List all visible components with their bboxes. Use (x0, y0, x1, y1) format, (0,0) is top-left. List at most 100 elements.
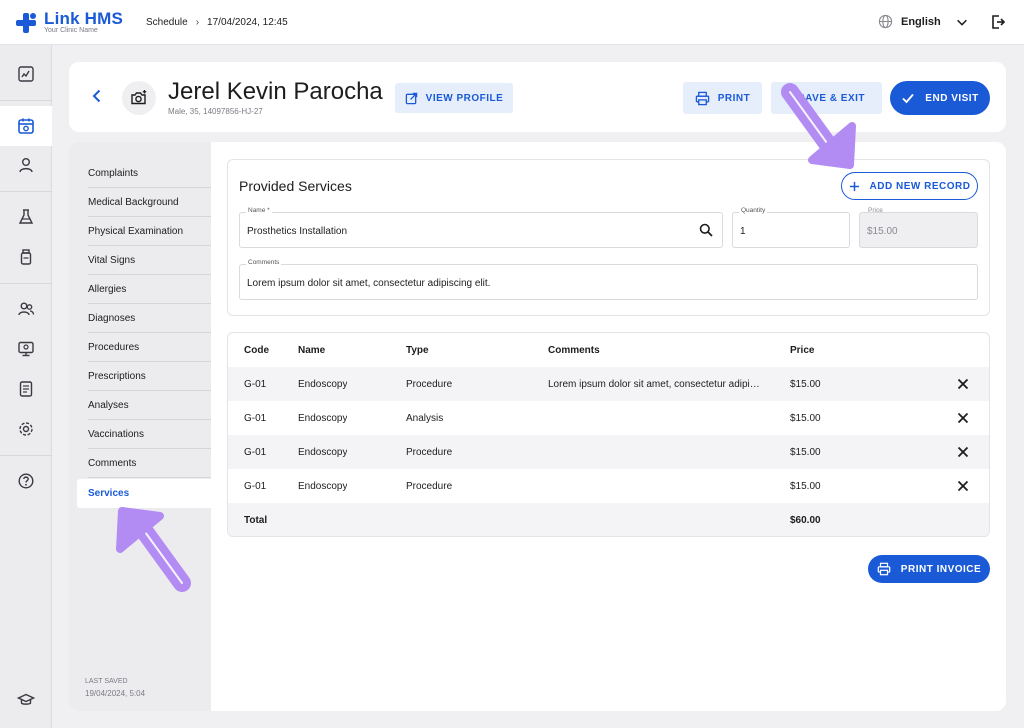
language-selector[interactable]: English (878, 14, 969, 29)
comments-value: Lorem ipsum dolor sit amet, consectetur … (247, 278, 491, 289)
add-new-record-button[interactable]: ADD NEW RECORD (841, 172, 978, 200)
table-row[interactable]: G-01 Endoscopy Procedure Lorem ipsum dol… (228, 367, 989, 401)
dashboard-icon (18, 66, 34, 82)
header-name: Name (298, 345, 326, 356)
help-icon (18, 473, 34, 489)
logo-cross-icon (16, 13, 36, 33)
logout-icon[interactable] (990, 14, 1006, 30)
plus-icon (849, 181, 859, 191)
patient-name: Jerel Kevin Parocha (168, 78, 383, 105)
header-type: Type (406, 345, 429, 356)
nav-item-analyses[interactable]: Analyses (77, 391, 211, 420)
language-label: English (901, 15, 941, 28)
price-value: $15.00 (867, 226, 898, 237)
quantity-field[interactable]: Quantity 1 (732, 207, 850, 248)
print-button[interactable]: PRINT (683, 82, 762, 114)
nav-item-comments[interactable]: Comments (77, 449, 211, 478)
nav-item-diagnoses[interactable]: Diagnoses (77, 304, 211, 333)
user-icon (19, 158, 33, 173)
rail-settings[interactable] (0, 409, 52, 449)
report-icon (19, 381, 33, 397)
camera-icon (131, 90, 147, 105)
patients-icon (18, 302, 35, 316)
rail-user[interactable] (0, 145, 52, 185)
comments-field[interactable]: Comments Lorem ipsum dolor sit amet, con… (239, 259, 978, 300)
service-name-value: Prosthetics Installation (247, 226, 348, 237)
top-bar: Link HMS Your Clinic Name Schedule › 17/… (0, 0, 1024, 45)
icon-rail (0, 45, 52, 728)
header-comments: Comments (548, 345, 600, 356)
rail-calendar[interactable] (0, 106, 52, 146)
visit-section-nav: Complaints Medical Background Physical E… (69, 142, 211, 711)
add-new-record-label: ADD NEW RECORD (869, 180, 971, 192)
rail-pharmacy[interactable] (0, 237, 52, 277)
medicine-bottle-icon (20, 249, 32, 265)
nav-item-allergies[interactable]: Allergies (77, 275, 211, 304)
check-icon (902, 93, 914, 104)
total-label: Total (244, 515, 268, 526)
rail-help[interactable] (0, 461, 52, 501)
calendar-icon (18, 118, 34, 134)
print-invoice-button[interactable]: PRINT INVOICE (868, 555, 990, 583)
app-name: Link HMS (44, 9, 124, 28)
search-icon[interactable] (699, 223, 713, 237)
delete-x-icon[interactable] (957, 446, 969, 458)
nav-item-medical-background[interactable]: Medical Background (77, 188, 211, 217)
price-label: Price (868, 207, 883, 214)
nav-item-prescriptions[interactable]: Prescriptions (77, 362, 211, 391)
table-header-row: Code Name Type Comments Price (228, 333, 989, 367)
visit-workspace: Complaints Medical Background Physical E… (69, 142, 1006, 711)
clinic-name: Your Clinic Name (44, 27, 98, 34)
table-row[interactable]: G-01 Endoscopy Procedure $15.00 (228, 469, 989, 503)
chevron-down-icon (956, 19, 967, 26)
avatar-upload-button[interactable] (122, 81, 156, 115)
breadcrumb-schedule[interactable]: Schedule (146, 17, 188, 28)
globe-icon (878, 14, 893, 29)
app-logo[interactable]: Link HMS Your Clinic Name (16, 10, 123, 35)
last-saved-label: LAST SAVED (85, 678, 128, 685)
nav-item-procedures[interactable]: Procedures (77, 333, 211, 362)
breadcrumb-separator: › (195, 17, 200, 28)
end-visit-button[interactable]: END VISIT (890, 81, 990, 115)
table-row[interactable]: G-01 Endoscopy Analysis $15.00 (228, 401, 989, 435)
nav-item-complaints[interactable]: Complaints (77, 159, 211, 188)
flask-icon (18, 209, 34, 224)
external-link-icon (405, 92, 417, 104)
nav-item-physical-examination[interactable]: Physical Examination (77, 217, 211, 246)
graduation-cap-icon (17, 693, 35, 705)
service-name-field[interactable]: Name * Prosthetics Installation (239, 207, 723, 248)
rail-patients[interactable] (0, 289, 52, 329)
last-saved-time: 19/04/2024, 5:04 (85, 689, 146, 698)
patient-header: Jerel Kevin Parocha Male, 35, 14097856-H… (69, 62, 1006, 132)
services-table: Code Name Type Comments Price G-01 Endos… (227, 332, 990, 537)
view-profile-button[interactable]: VIEW PROFILE (395, 83, 513, 113)
table-total-row: Total $60.00 (228, 503, 989, 536)
delete-x-icon[interactable] (957, 480, 969, 492)
annotation-arrow-icon (116, 507, 191, 592)
back-arrow-icon[interactable] (89, 88, 105, 104)
delete-x-icon[interactable] (957, 378, 969, 390)
view-profile-label: VIEW PROFILE (425, 92, 504, 104)
breadcrumb-datetime: 17/04/2024, 12:45 (207, 17, 288, 28)
print-invoice-label: PRINT INVOICE (900, 563, 982, 575)
total-value: $60.00 (790, 515, 821, 526)
quantity-label: Quantity (739, 207, 768, 214)
price-field: Price $15.00 (859, 207, 978, 248)
end-visit-label: END VISIT (925, 92, 979, 104)
printer-icon (877, 562, 891, 576)
delete-x-icon[interactable] (957, 412, 969, 424)
printer-icon (695, 91, 709, 105)
provided-services-form: Provided Services ADD NEW RECORD Name * … (227, 159, 990, 316)
patient-meta: Male, 35, 14097856-HJ-27 (168, 107, 263, 116)
rail-monitor[interactable] (0, 329, 52, 369)
header-price: Price (790, 345, 815, 356)
table-row[interactable]: G-01 Endoscopy Procedure $15.00 (228, 435, 989, 469)
rail-reports[interactable] (0, 369, 52, 409)
quantity-value: 1 (740, 226, 746, 237)
rail-lab[interactable] (0, 197, 52, 237)
rail-dashboard[interactable] (0, 54, 52, 94)
breadcrumb: Schedule › 17/04/2024, 12:45 (146, 17, 288, 28)
rail-learning[interactable] (0, 680, 52, 720)
nav-item-vital-signs[interactable]: Vital Signs (77, 246, 211, 275)
nav-item-vaccinations[interactable]: Vaccinations (77, 420, 211, 449)
